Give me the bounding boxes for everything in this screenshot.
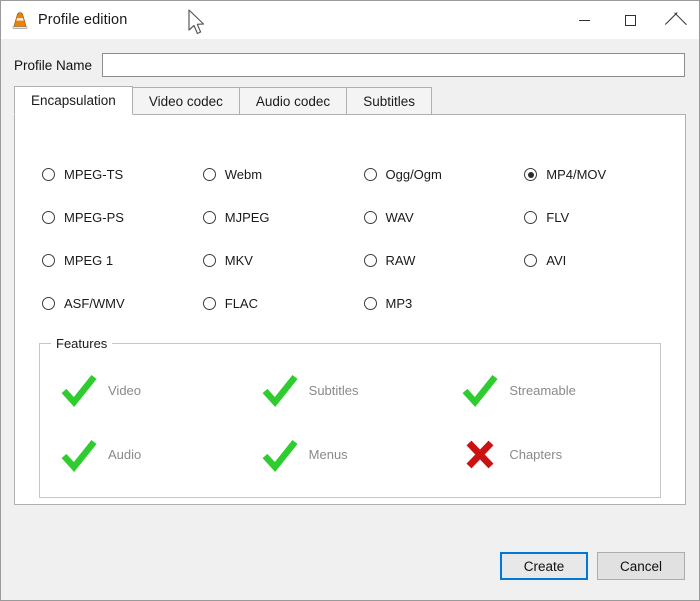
radio-flac[interactable]: FLAC — [203, 282, 364, 325]
cancel-button[interactable]: Cancel — [597, 552, 685, 580]
radio-mpeg-ts[interactable]: MPEG-TS — [42, 153, 203, 196]
close-icon — [670, 14, 683, 27]
title-bar: Profile edition — [1, 1, 699, 39]
radio-mjpeg[interactable]: MJPEG — [203, 196, 364, 239]
profile-name-input[interactable] — [102, 53, 685, 77]
tab-encapsulation[interactable]: Encapsulation — [14, 86, 133, 115]
radio-label: FLV — [546, 210, 569, 225]
radio-button-icon — [203, 254, 216, 267]
radio-label: ASF/WMV — [64, 296, 125, 311]
radio-mp3[interactable]: MP3 — [364, 282, 525, 325]
check-icon — [459, 369, 501, 411]
feature-label: Subtitles — [309, 383, 359, 398]
radio-label: MKV — [225, 253, 253, 268]
radio-label: MP3 — [386, 296, 413, 311]
maximize-button[interactable] — [607, 1, 653, 39]
radio-button-icon — [42, 211, 55, 224]
radio-button-icon — [524, 211, 537, 224]
encapsulation-panel: MPEG-TS Webm Ogg/Ogm MP4/MOV MPEG-PS — [14, 114, 686, 505]
radio-label: MP4/MOV — [546, 167, 606, 182]
radio-button-icon — [364, 297, 377, 310]
feature-label: Streamable — [509, 383, 575, 398]
tab-video-codec[interactable]: Video codec — [132, 87, 240, 115]
close-button[interactable] — [653, 1, 699, 39]
features-grid: Video Subtitles Streamable — [40, 344, 660, 497]
feature-subtitles: Subtitles — [259, 358, 460, 423]
create-button[interactable]: Create — [500, 552, 588, 580]
radio-label: RAW — [386, 253, 416, 268]
radio-avi[interactable]: AVI — [524, 239, 685, 282]
radio-asf-wmv[interactable]: ASF/WMV — [42, 282, 203, 325]
radio-button-icon — [42, 297, 55, 310]
radio-label: MJPEG — [225, 210, 270, 225]
radio-wav[interactable]: WAV — [364, 196, 525, 239]
feature-label: Audio — [108, 447, 141, 462]
radio-button-icon — [42, 168, 55, 181]
feature-label: Menus — [309, 447, 348, 462]
radio-mpeg-1[interactable]: MPEG 1 — [42, 239, 203, 282]
radio-button-icon — [203, 297, 216, 310]
radio-label: MPEG 1 — [64, 253, 113, 268]
radio-label: Webm — [225, 167, 262, 182]
tab-audio-codec-label: Audio codec — [256, 94, 330, 109]
radio-button-icon — [364, 168, 377, 181]
feature-chapters: Chapters — [459, 423, 660, 488]
radio-button-icon — [364, 254, 377, 267]
feature-label: Video — [108, 383, 141, 398]
minimize-icon — [579, 20, 590, 21]
dialog-footer: Create Cancel — [1, 532, 699, 600]
features-legend: Features — [51, 336, 112, 351]
window-controls — [561, 1, 699, 39]
check-icon — [58, 369, 100, 411]
radio-empty-slot — [524, 282, 685, 325]
tab-encapsulation-label: Encapsulation — [31, 93, 116, 108]
radio-button-icon — [364, 211, 377, 224]
check-icon — [259, 434, 301, 476]
radio-label: WAV — [386, 210, 414, 225]
tab-audio-codec[interactable]: Audio codec — [239, 87, 347, 115]
window-title: Profile edition — [38, 12, 127, 28]
radio-label: FLAC — [225, 296, 258, 311]
tab-subtitles-label: Subtitles — [363, 94, 415, 109]
radio-mpeg-ps[interactable]: MPEG-PS — [42, 196, 203, 239]
encapsulation-radio-group: MPEG-TS Webm Ogg/Ogm MP4/MOV MPEG-PS — [15, 115, 685, 325]
feature-label: Chapters — [509, 447, 562, 462]
check-icon — [58, 434, 100, 476]
profile-name-row: Profile Name — [1, 49, 699, 81]
radio-mkv[interactable]: MKV — [203, 239, 364, 282]
feature-video: Video — [58, 358, 259, 423]
feature-audio: Audio — [58, 423, 259, 488]
radio-button-icon — [203, 168, 216, 181]
feature-menus: Menus — [259, 423, 460, 488]
check-icon — [259, 369, 301, 411]
features-group: Features Video Subtitles — [39, 343, 661, 498]
radio-raw[interactable]: RAW — [364, 239, 525, 282]
radio-flv[interactable]: FLV — [524, 196, 685, 239]
profile-name-label: Profile Name — [14, 58, 92, 73]
maximize-icon — [625, 15, 636, 26]
radio-label: AVI — [546, 253, 566, 268]
profile-edition-dialog: Profile edition Profile Name Encapsulati… — [0, 0, 700, 601]
radio-button-icon — [524, 254, 537, 267]
radio-label: Ogg/Ogm — [386, 167, 442, 182]
feature-streamable: Streamable — [459, 358, 660, 423]
radio-mp4-mov[interactable]: MP4/MOV — [524, 153, 685, 196]
minimize-button[interactable] — [561, 1, 607, 39]
radio-label: MPEG-TS — [64, 167, 123, 182]
tab-subtitles[interactable]: Subtitles — [346, 87, 432, 115]
tab-video-codec-label: Video codec — [149, 94, 223, 109]
tab-strip: Encapsulation Video codec Audio codec Su… — [14, 87, 686, 115]
tab-area: Encapsulation Video codec Audio codec Su… — [14, 87, 686, 505]
cross-icon — [459, 434, 501, 476]
radio-label: MPEG-PS — [64, 210, 124, 225]
vlc-cone-icon — [10, 10, 30, 30]
radio-button-icon — [203, 211, 216, 224]
radio-button-selected-icon — [524, 168, 537, 181]
radio-button-icon — [42, 254, 55, 267]
radio-ogg-ogm[interactable]: Ogg/Ogm — [364, 153, 525, 196]
radio-webm[interactable]: Webm — [203, 153, 364, 196]
